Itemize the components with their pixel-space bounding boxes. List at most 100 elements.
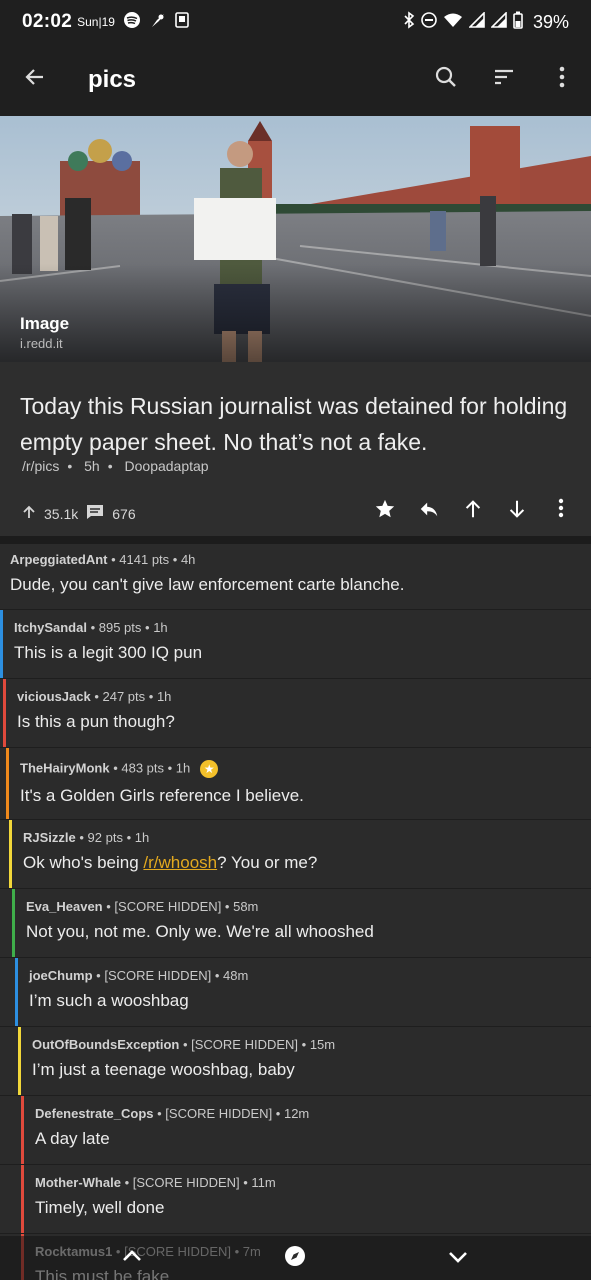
comment-score: 4141 pts — [119, 552, 170, 567]
thread-depth-bar — [9, 820, 12, 888]
comment-body: This is a legit 300 IQ pun — [14, 643, 203, 662]
comment-age: 1h — [175, 760, 191, 776]
comment-body: Timely, well done — [35, 1198, 165, 1217]
comment-author[interactable]: joeChump — [29, 968, 93, 983]
comment-item[interactable]: RJSizzle • 92 pts • 1h Ok who's being /r/… — [0, 820, 591, 889]
post-meta: /r/pics • 5h • Doopadaptap — [22, 458, 209, 474]
comment-item[interactable]: OutOfBoundsException • [SCORE HIDDEN] • … — [0, 1027, 591, 1096]
post-stats: 35.1k 676 — [22, 504, 144, 523]
comment-item[interactable]: Mother-Whale • [SCORE HIDDEN] • 11m Timel… — [0, 1165, 591, 1234]
comment-header: viciousJack • 247 pts • 1h — [17, 689, 172, 704]
page-title: pics — [88, 66, 137, 93]
thread-depth-bar — [12, 889, 15, 957]
comment-body: Is this a pun though? — [17, 712, 175, 731]
comment-header: TheHairyMonk • 483 pts • 1h ★ — [20, 760, 304, 778]
downvote-icon[interactable] — [495, 498, 539, 526]
chevron-up-icon[interactable] — [120, 1244, 144, 1275]
comment-text: Ok who's being — [23, 853, 144, 872]
reply-icon[interactable] — [407, 498, 451, 526]
section-divider — [0, 536, 591, 544]
comment-item[interactable]: TheHairyMonk • 483 pts • 1h ★ It's a Golde… — [0, 748, 591, 820]
comment-author[interactable]: OutOfBoundsException — [32, 1037, 179, 1052]
more-vert-icon[interactable] — [539, 498, 583, 526]
pinwheel-icon — [149, 11, 167, 34]
comment-list: ArpeggiatedAnt • 4141 pts • 4h Dude, you … — [0, 544, 591, 1280]
comment-author[interactable]: viciousJack — [17, 689, 91, 704]
post-age: 5h — [84, 458, 100, 474]
bottom-nav — [0, 1236, 591, 1280]
comment-author[interactable]: ItchySandal — [14, 620, 87, 635]
bluetooth-icon — [403, 11, 415, 33]
comment-age: 11m — [251, 1175, 276, 1190]
thread-depth-bar — [18, 1027, 21, 1095]
thread-depth-bar — [15, 958, 18, 1026]
battery-icon — [513, 11, 523, 33]
post-comment-count: 676 — [112, 505, 136, 522]
back-arrow-icon[interactable] — [0, 64, 70, 96]
comment-age: 48m — [223, 968, 249, 983]
signal-icon — [490, 11, 507, 32]
comment-body: I’m such a wooshbag — [29, 991, 189, 1010]
app-bar: pics — [0, 44, 591, 116]
comment-item[interactable]: Eva_Heaven • [SCORE HIDDEN] • 58m Not you… — [0, 889, 591, 958]
comment-body: Not you, not me. Only we. We're all whoo… — [26, 922, 374, 941]
status-date: Sun|19 — [77, 15, 115, 29]
comment-age: 4h — [180, 552, 196, 567]
comment-body: It's a Golden Girls reference I believe. — [20, 786, 304, 805]
comment-author[interactable]: RJSizzle — [23, 830, 76, 845]
comment-item[interactable]: joeChump • [SCORE HIDDEN] • 48m I’m such … — [0, 958, 591, 1027]
thread-depth-bar — [3, 679, 6, 747]
comment-score: [SCORE HIDDEN] — [132, 1175, 240, 1190]
search-icon[interactable] — [417, 65, 475, 95]
score-arrow-icon — [22, 505, 36, 522]
comment-score: 483 pts — [121, 760, 165, 776]
comment-score: 247 pts — [102, 689, 146, 704]
post-score: 35.1k — [44, 505, 79, 522]
comment-item[interactable]: Defenestrate_Cops • [SCORE HIDDEN] • 12m… — [0, 1096, 591, 1165]
post-author[interactable]: Doopadaptap — [125, 458, 209, 474]
status-bar: 02:02 Sun|19 39% — [0, 0, 591, 44]
media-source[interactable]: i.redd.it — [20, 336, 63, 351]
subreddit-link[interactable]: /r/whoosh — [143, 853, 217, 872]
comment-item[interactable]: viciousJack • 247 pts • 1h Is this a pun … — [0, 679, 591, 748]
thread-depth-bar — [21, 1165, 24, 1233]
comment-author[interactable]: Eva_Heaven — [26, 899, 103, 914]
comment-score: [SCORE HIDDEN] — [165, 1106, 273, 1121]
compass-icon[interactable] — [284, 1245, 306, 1274]
comment-author[interactable]: TheHairyMonk — [20, 760, 110, 775]
post-card: Today this Russian journalist was detain… — [0, 362, 591, 542]
star-icon[interactable] — [363, 498, 407, 526]
comment-author[interactable]: Mother-Whale — [35, 1175, 121, 1190]
comment-header: RJSizzle • 92 pts • 1h — [23, 830, 150, 845]
comment-score: 92 pts — [87, 830, 123, 845]
comment-header: OutOfBoundsException • [SCORE HIDDEN] • … — [32, 1037, 336, 1052]
comment-header: Mother-Whale • [SCORE HIDDEN] • 11m — [35, 1175, 276, 1190]
post-title: Today this Russian journalist was detain… — [20, 393, 568, 455]
wifi-icon — [443, 12, 463, 32]
comment-age: 1h — [156, 689, 172, 704]
comment-header: Eva_Heaven • [SCORE HIDDEN] • 58m — [26, 899, 259, 914]
comment-author[interactable]: Defenestrate_Cops — [35, 1106, 154, 1121]
battery-percent: 39% — [532, 11, 569, 32]
comment-author[interactable]: ArpeggiatedAnt — [10, 552, 108, 567]
award-icon: ★ — [200, 760, 219, 778]
comment-header: ItchySandal • 895 pts • 1h — [14, 620, 168, 635]
upvote-icon[interactable] — [451, 498, 495, 526]
comment-item[interactable]: ItchySandal • 895 pts • 1h This is a legi… — [0, 610, 591, 679]
more-vert-icon[interactable] — [533, 66, 591, 94]
sort-icon[interactable] — [475, 65, 533, 95]
comment-score: [SCORE HIDDEN] — [104, 968, 212, 983]
screenshot-icon — [175, 11, 189, 33]
media-type-label: Image — [20, 314, 70, 333]
chevron-down-icon[interactable] — [446, 1245, 470, 1276]
comment-score: 895 pts — [98, 620, 142, 635]
comment-score: [SCORE HIDDEN] — [191, 1037, 299, 1052]
comment-header: Defenestrate_Cops • [SCORE HIDDEN] • 12m — [35, 1106, 310, 1121]
comment-header: ArpeggiatedAnt • 4141 pts • 4h — [10, 552, 196, 567]
subreddit-link[interactable]: /r/pics — [22, 458, 59, 474]
comment-body: I’m just a teenage wooshbag, baby — [32, 1060, 295, 1079]
comment-item[interactable]: ArpeggiatedAnt • 4141 pts • 4h Dude, you … — [0, 544, 591, 610]
post-image[interactable]: Image i.redd.it — [0, 116, 591, 362]
comment-age: 1h — [153, 620, 168, 635]
comment-body: Ok who's being /r/whoosh? You or me? — [23, 853, 317, 873]
